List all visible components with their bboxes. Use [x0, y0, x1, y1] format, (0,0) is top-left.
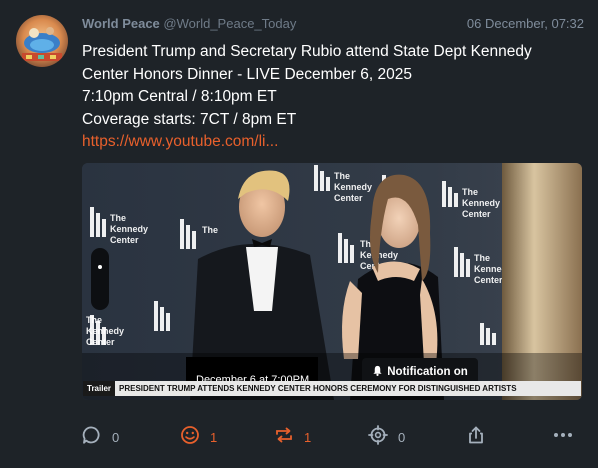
more-options-button[interactable]	[552, 426, 574, 448]
svg-text:Center: Center	[474, 275, 503, 285]
share-icon	[466, 425, 486, 450]
svg-text:Center: Center	[110, 235, 139, 245]
svg-text:Center: Center	[86, 337, 115, 347]
svg-text:The: The	[86, 315, 102, 325]
action-bar: 0 1 1 0	[0, 420, 598, 456]
bookmark-count: 0	[398, 429, 406, 445]
svg-text:Center: Center	[462, 209, 491, 219]
svg-text:Kennedy: Kennedy	[86, 326, 124, 336]
post-text-line: Coverage starts: 7CT / 8pm ET	[82, 110, 297, 128]
post-header: World Peace @World_Peace_Today 06 Decemb…	[82, 16, 584, 34]
notification-label: Notification on	[387, 366, 468, 378]
reply-count: 0	[112, 429, 120, 445]
svg-text:The: The	[334, 171, 350, 181]
post-text-line: Center Honors Dinner - LIVE December 6, …	[82, 65, 412, 83]
repost-icon	[274, 425, 294, 450]
like-button[interactable]: 1	[180, 425, 218, 450]
video-embed[interactable]: The Kennedy Center The Kennedy Center The Th…	[82, 163, 582, 400]
bell-icon	[372, 365, 383, 379]
post-text-line: 7:10pm Central / 8:10pm ET	[82, 88, 277, 105]
target-icon	[368, 424, 388, 450]
svg-text:Kennedy: Kennedy	[110, 224, 148, 234]
video-thumbnail: TheKennedyCenter TheKennedyCenter The Th…	[82, 163, 582, 400]
news-ticker: Trailer PRESIDENT TRUMP ATTENDS KENNEDY …	[83, 381, 581, 396]
repost-button[interactable]: 1	[274, 426, 311, 448]
video-scrubber-handle[interactable]	[91, 248, 109, 310]
share-button[interactable]	[466, 426, 486, 448]
like-count: 1	[210, 429, 218, 445]
ticker-headline: PRESIDENT TRUMP ATTENDS KENNEDY CENTER H…	[119, 384, 517, 393]
reply-icon	[82, 425, 102, 450]
post-card: World Peace @World_Peace_Today 06 Decemb…	[0, 0, 598, 468]
svg-text:Kennedy: Kennedy	[462, 198, 500, 208]
post-body: President Trump and Secretary Rubio atte…	[82, 41, 582, 154]
svg-text:The: The	[462, 187, 478, 197]
smile-icon	[180, 425, 200, 450]
author-name[interactable]: World Peace	[82, 16, 160, 31]
svg-text:The: The	[474, 253, 490, 263]
svg-text:Center: Center	[334, 193, 363, 203]
svg-text:The: The	[202, 225, 218, 235]
svg-text:Kennedy: Kennedy	[334, 182, 372, 192]
bookmark-button[interactable]: 0	[368, 424, 406, 450]
repost-count: 1	[304, 429, 312, 445]
post-link[interactable]: https://www.youtube.com/li...	[82, 131, 582, 154]
post-timestamp[interactable]: 06 December, 07:32	[467, 16, 584, 31]
avatar[interactable]	[16, 15, 68, 67]
svg-text:The: The	[110, 213, 126, 223]
scrubber-dot	[98, 265, 102, 269]
post-text-line: President Trump and Secretary Rubio atte…	[82, 43, 532, 60]
more-icon	[552, 425, 574, 450]
author-handle[interactable]: @World_Peace_Today	[163, 16, 296, 31]
ticker-tag: Trailer	[83, 381, 116, 396]
reply-button[interactable]: 0	[82, 426, 119, 448]
